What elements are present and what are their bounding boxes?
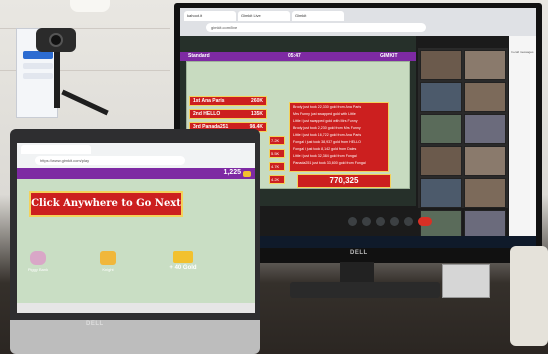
score-chip: 4.7K	[269, 162, 285, 171]
score-chip: 4.2K	[269, 175, 285, 184]
laptop-screen[interactable]: https://www.gimkit.com/play 1,225 Click …	[17, 143, 255, 313]
class-total-gold: 770,325	[297, 174, 391, 188]
participant-tile[interactable]	[464, 50, 506, 80]
participant-tile[interactable]	[420, 50, 462, 80]
leaderboard-row: 1st Ana Paris 260K	[189, 96, 267, 106]
participant-tile[interactable]	[420, 146, 462, 176]
game-header: Standard 05:47 GIMKIT	[180, 52, 416, 61]
gold-bar-icon	[173, 251, 193, 263]
participant-tile[interactable]	[464, 114, 506, 144]
reward-piggy[interactable]: Piggy Bank	[23, 251, 53, 272]
reward-knight[interactable]: Knight	[93, 251, 123, 272]
leaderboard-row: 2nd HELLO 135K	[189, 109, 267, 119]
video-gallery	[418, 48, 508, 240]
game-top-bar	[17, 168, 255, 179]
player-gold: 1,225	[223, 169, 241, 176]
laptop-logo: DELL	[86, 321, 104, 327]
cup	[510, 246, 548, 346]
monitor-base	[290, 282, 440, 298]
feed-item: Fongal i just took 8,142 gold from Dales	[293, 147, 357, 151]
activity-feed: Brody just took 22,330 gold from Ana Par…	[289, 102, 389, 172]
feed-item: Little i just took 32,384 gold from Fong…	[293, 154, 357, 158]
webcam	[36, 28, 76, 52]
player-name: Ana Paris	[201, 98, 225, 104]
feed-item: Little i just swapped gold with Mrs Funn…	[293, 119, 358, 123]
brand-label: GIMKIT	[380, 53, 398, 59]
browser-tab[interactable]: Gimkit Live	[238, 11, 290, 21]
webcam-arm	[61, 89, 109, 116]
participant-tile[interactable]	[464, 146, 506, 176]
gold-coin-icon	[243, 171, 251, 177]
participant-tile[interactable]	[464, 178, 506, 208]
monitor-address-bar[interactable]: gimkit.com/live	[206, 23, 426, 32]
participant-tile[interactable]	[420, 114, 462, 144]
mode-label: Standard	[188, 53, 210, 59]
reward-label: Knight	[102, 267, 114, 272]
score-chip: 7.2K	[269, 136, 285, 145]
side-item	[23, 63, 53, 69]
laptop-browser-chrome: https://www.gimkit.com/play	[17, 143, 255, 168]
player-points: 135K	[251, 111, 263, 117]
monitor-logo: DELL	[350, 250, 368, 256]
score-chip: 5.5K	[269, 149, 285, 158]
laptop-taskbar	[17, 303, 255, 313]
player-name: HELLO	[203, 111, 221, 117]
mic-button[interactable]	[348, 217, 357, 226]
laptop-address-bar[interactable]: https://www.gimkit.com/play	[35, 156, 185, 165]
camera-button[interactable]	[362, 217, 371, 226]
present-button[interactable]	[404, 217, 413, 226]
share-button[interactable]	[23, 51, 53, 59]
browser-tab[interactable]: Gimkit	[292, 11, 344, 21]
player-points: 260K	[251, 98, 263, 104]
feed-item: Brody just took 22,330 gold from Ana Par…	[293, 105, 362, 109]
feed-item: Panada251 just took 33,600 gold from Fon…	[293, 161, 366, 165]
timer: 05:47	[288, 53, 301, 59]
browser-tab[interactable]	[21, 145, 91, 154]
ceiling-light	[70, 0, 110, 12]
photo-scene: kahoot.it Gimkit Live Gimkit gimkit.com/…	[0, 0, 548, 354]
monitor-browser-chrome: kahoot.it Gimkit Live Gimkit gimkit.com/…	[180, 8, 536, 36]
knight-icon	[100, 251, 116, 265]
raise-hand-button[interactable]	[390, 217, 399, 226]
feed-item: Little i just took 16,722 gold from Ana …	[293, 133, 362, 137]
rank-label: 2nd	[193, 111, 202, 117]
reward-label: + 40 Gold	[169, 265, 197, 271]
feed-item: Brody just took 2,230 gold from Mrs Funn…	[293, 126, 361, 130]
feed-item: Fongal i just took 38,937 gold from HELL…	[293, 140, 361, 144]
meeting-chat-panel: In-call messages	[509, 36, 536, 236]
browser-tab[interactable]: kahoot.it	[184, 11, 236, 21]
side-item	[23, 73, 53, 79]
rank-label: 1st	[193, 98, 201, 104]
participant-tile[interactable]	[420, 178, 462, 208]
camera-lens-icon	[49, 33, 63, 47]
piggy-bank-icon	[30, 251, 46, 265]
laptop-keyboard-deck	[10, 320, 260, 354]
network-switch	[442, 264, 490, 298]
participant-tile[interactable]	[464, 82, 506, 112]
reward-gold[interactable]: + 40 Gold	[163, 251, 203, 271]
next-button[interactable]: Click Anywhere to Go Next	[29, 191, 183, 217]
captions-button[interactable]	[376, 217, 385, 226]
chat-heading: In-call messages	[511, 50, 534, 54]
end-call-button[interactable]	[418, 217, 432, 226]
participant-tile[interactable]	[420, 82, 462, 112]
reward-label: Piggy Bank	[27, 267, 49, 272]
feed-item: Mrs Funny just swapped gold with Little	[293, 112, 356, 116]
webcam-arm	[54, 48, 60, 108]
